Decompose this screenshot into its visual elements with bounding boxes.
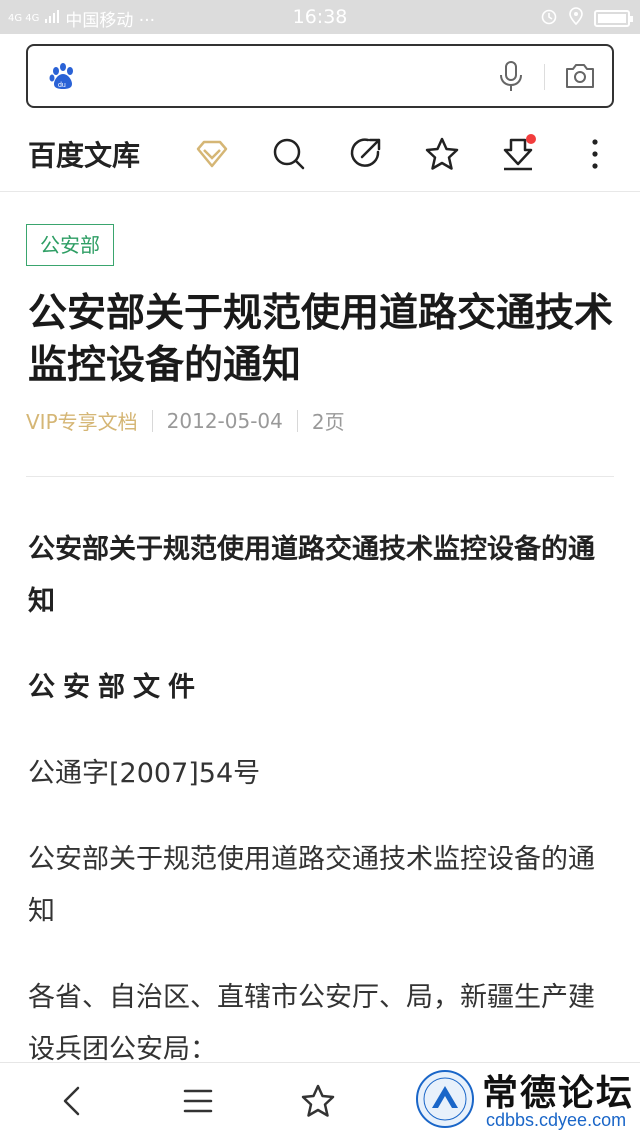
meta-divider xyxy=(296,409,298,432)
more-icon[interactable] xyxy=(575,134,615,174)
star-icon[interactable] xyxy=(422,134,462,174)
battery-icon xyxy=(594,10,633,27)
status-bar: 4G 4G 中国移动 ··· 16:38 xyxy=(0,0,640,34)
category-tag[interactable]: 公安部 xyxy=(26,224,114,266)
watermark-url: cdbbs.cdyee.com xyxy=(486,1110,627,1130)
download-badge-dot xyxy=(526,134,536,144)
brand-title[interactable]: 百度文库 xyxy=(28,134,140,174)
battery-level xyxy=(598,14,626,23)
baidu-paw-icon: du xyxy=(48,62,78,96)
status-right xyxy=(540,7,633,30)
svg-text:du: du xyxy=(58,82,66,89)
content-doc-number: 公通字[2007]54号 xyxy=(28,758,261,789)
search-input[interactable] xyxy=(92,56,492,96)
toolbar: 百度文库 xyxy=(0,120,640,192)
back-icon[interactable] xyxy=(52,1081,92,1121)
watermark-text: 常德论坛 xyxy=(482,1072,635,1114)
watermark-logo-icon xyxy=(412,1068,478,1134)
page-title: 公安部关于规范使用道路交通技术监控设备的通知 xyxy=(28,291,614,388)
share-icon[interactable] xyxy=(346,134,386,174)
watermark: 常德论坛 cdbbs.cdyee.com xyxy=(408,1062,640,1137)
header-divider xyxy=(26,476,614,477)
vip-diamond-icon[interactable] xyxy=(192,134,232,174)
download-icon[interactable] xyxy=(498,134,538,174)
search-icon[interactable] xyxy=(269,134,309,174)
search-bar[interactable]: du xyxy=(26,44,614,108)
content-heading: 公安部关于规范使用道路交通技术监控设备的通知 xyxy=(28,534,595,617)
doc-meta: VIP专享文档 2012-05-04 2页 xyxy=(26,406,345,435)
doc-date: 2012-05-04 xyxy=(166,408,283,433)
search-divider xyxy=(544,64,545,90)
camera-icon[interactable] xyxy=(564,62,596,94)
bookmark-icon[interactable] xyxy=(298,1081,338,1121)
vip-label[interactable]: VIP专享文档 xyxy=(26,406,138,435)
alarm-icon xyxy=(540,7,558,30)
doc-pages: 2页 xyxy=(311,410,345,434)
microphone-icon[interactable] xyxy=(498,60,524,98)
menu-icon[interactable] xyxy=(178,1081,218,1121)
content-subtitle: 公安部关于规范使用道路交通技术监控设备的通知 xyxy=(28,844,595,927)
meta-divider xyxy=(151,409,153,432)
content-agency: 公安部文件 xyxy=(28,672,203,703)
content-addressee: 各省、自治区、直辖市公安厅、局，新疆生产建设兵团公安局： xyxy=(28,982,595,1065)
location-icon xyxy=(568,7,584,30)
